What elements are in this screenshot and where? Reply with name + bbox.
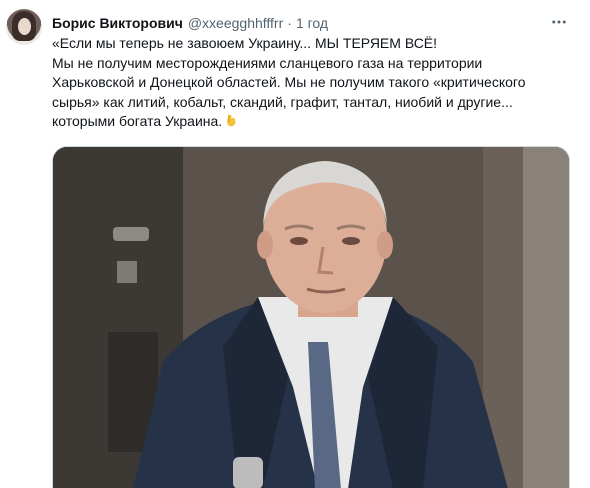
tweet-text-line-3: Харьковской и Донецкой областей. Мы не п…	[52, 74, 526, 90]
avatar-face	[18, 18, 31, 35]
tweet-header: Борис Викторович @xxeegghhfffrr · 1 год	[52, 14, 328, 32]
tweet-text: «Если мы теперь не завоюем Украину... МЫ…	[52, 34, 572, 132]
author-name[interactable]: Борис Викторович	[52, 15, 183, 31]
photo-man-in-suit	[53, 147, 569, 488]
tweet-photo[interactable]	[52, 146, 570, 488]
tweet-text-line-5-text: которыми богата Украина.	[52, 113, 223, 129]
tweet-text-line-2: Мы не получим месторождениями сланцевого…	[52, 54, 483, 71]
more-options-svg	[552, 20, 566, 24]
more-options-icon[interactable]	[547, 10, 571, 34]
tweet-text-line-4: сырья» как литий, кобальт, скандий, граф…	[52, 93, 513, 110]
tweet-text-line-5: которыми богата Украина.	[52, 112, 572, 132]
author-handle[interactable]: @xxeegghhfffrr	[188, 15, 283, 31]
tweet: Борис Викторович @xxeegghhfffrr · 1 год …	[0, 0, 590, 488]
pointing-down-hand-icon	[227, 114, 236, 127]
tweet-time[interactable]: 1 год	[296, 15, 328, 31]
separator-dot: ·	[287, 15, 292, 31]
avatar[interactable]	[6, 9, 42, 45]
tweet-text-line-1: «Если мы теперь не завоюем Украину... МЫ…	[52, 35, 438, 51]
